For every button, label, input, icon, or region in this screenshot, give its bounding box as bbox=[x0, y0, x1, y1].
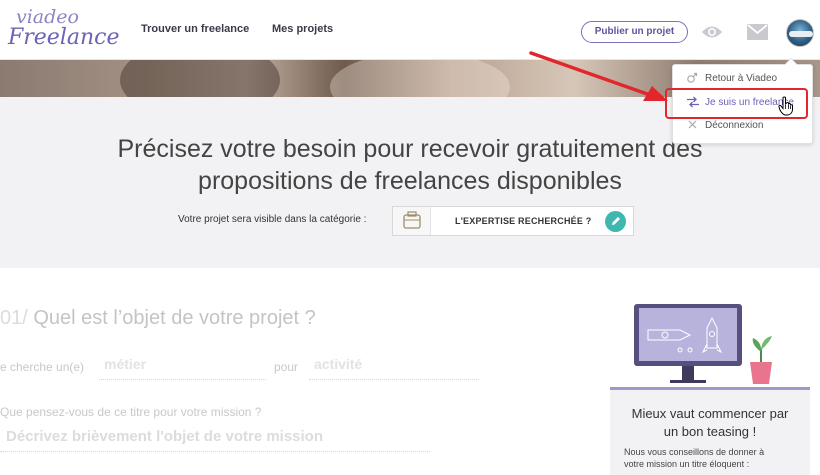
search-prefix-label: e cherche un(e) bbox=[0, 360, 85, 374]
job-input[interactable]: métier bbox=[99, 356, 266, 380]
job-placeholder: métier bbox=[104, 356, 147, 372]
title-question-label: Que pensez-vous de ce titre pour votre m… bbox=[0, 405, 262, 419]
top-header: viadeo Freelance Trouver un freelance Me… bbox=[0, 0, 820, 60]
category-value: L'EXPERTISE RECHERCHÉE ? bbox=[455, 216, 592, 226]
male-symbol-icon bbox=[686, 72, 698, 87]
mission-title-input[interactable]: Décrivez brièvement l'objet de votre mis… bbox=[0, 428, 430, 452]
tip-text-line2: votre mission un titre éloquent : bbox=[624, 459, 750, 469]
nav-my-projects[interactable]: Mes projets bbox=[272, 23, 333, 35]
viadeo-freelance-logo[interactable]: viadeo Freelance bbox=[8, 6, 119, 52]
page-title: Précisez votre besoin pour recevoir grat… bbox=[60, 133, 760, 197]
publish-project-button[interactable]: Publier un projet bbox=[581, 21, 688, 43]
activity-input[interactable]: activité bbox=[309, 356, 479, 380]
nav-find-freelance[interactable]: Trouver un freelance bbox=[141, 23, 249, 35]
tip-text-line1: Nous vous conseillons de donner à bbox=[624, 447, 765, 457]
for-label: pour bbox=[274, 360, 299, 374]
close-icon bbox=[688, 120, 697, 132]
user-avatar[interactable] bbox=[786, 19, 814, 47]
pencil-icon[interactable] bbox=[605, 211, 626, 232]
tip-title-line2: un bon teasing ! bbox=[663, 424, 757, 439]
hand-cursor-icon bbox=[778, 96, 794, 121]
eye-icon[interactable] bbox=[701, 24, 723, 45]
tip-text: Nous vous conseillons de donner à votre … bbox=[624, 446, 799, 470]
page-title-line1: Précisez votre besoin pour recevoir grat… bbox=[117, 135, 703, 163]
logo-bottom-text: Freelance bbox=[8, 25, 120, 50]
page-title-line2: propositions de freelances disponibles bbox=[198, 167, 622, 195]
mail-icon[interactable] bbox=[747, 24, 768, 45]
computer-illustration bbox=[620, 300, 800, 390]
menu-item-logout[interactable]: Déconnexion bbox=[705, 120, 763, 131]
category-label: Votre projet sera visible dans la catégo… bbox=[178, 214, 367, 225]
activity-placeholder: activité bbox=[314, 356, 363, 372]
question-title: Quel est l’objet de votre projet ? bbox=[33, 307, 316, 329]
tip-title-line1: Mieux vaut commencer par bbox=[631, 406, 789, 421]
question-heading: 01/ Quel est l’objet de votre projet ? bbox=[0, 307, 316, 330]
tip-card: Mieux vaut commencer par un bon teasing … bbox=[610, 387, 810, 475]
mission-placeholder: Décrivez brièvement l'objet de votre mis… bbox=[6, 428, 324, 445]
menu-item-back-to-viadeo[interactable]: Retour à Viadeo bbox=[705, 73, 777, 84]
tip-title: Mieux vaut commencer par un bon teasing … bbox=[610, 405, 810, 441]
category-selector[interactable]: L'EXPERTISE RECHERCHÉE ? bbox=[392, 206, 634, 236]
briefcase-icon bbox=[393, 207, 431, 235]
question-number: 01/ bbox=[0, 307, 28, 329]
